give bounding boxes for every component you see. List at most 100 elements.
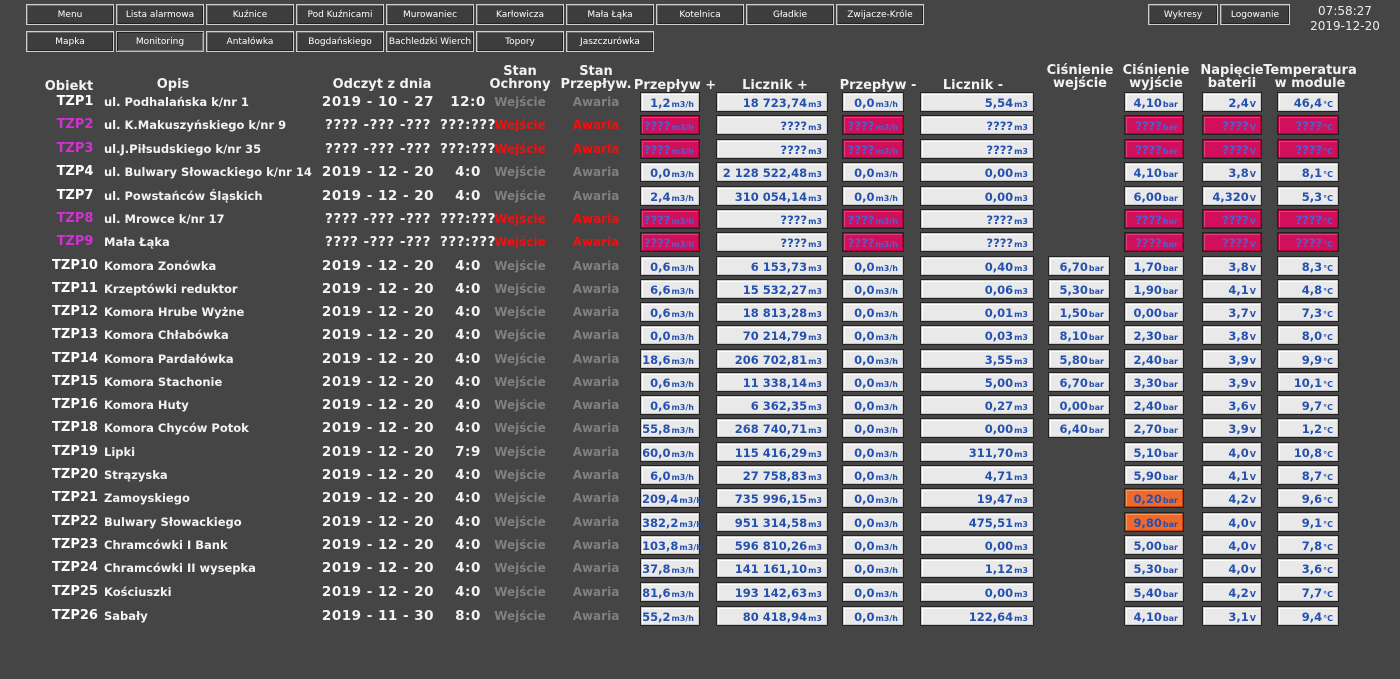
flow-minus: 0,0m3/h bbox=[843, 326, 903, 344]
counter-plus-value: 206 702,81 bbox=[734, 353, 808, 367]
counter-minus-value: 0,01 bbox=[984, 306, 1014, 320]
table-row[interactable]: TZP9 Mała Łąka???? -??? -??????:??? Wejści… bbox=[0, 232, 1400, 255]
nav-button-murowaniec[interactable]: Murowaniec bbox=[386, 4, 474, 25]
table-row[interactable]: TZP15 Komora Stachonie 2019 - 12 - 20 4:0 We… bbox=[0, 372, 1400, 395]
table-row[interactable]: TZP19 Lipki 2019 - 12 - 20 7:9 Wejście Awaria… bbox=[0, 442, 1400, 465]
table-row[interactable]: TZP10 Komora Zonówka 2019 - 12 - 20 4:0 Wejś… bbox=[0, 256, 1400, 279]
nav-button-kotelnica[interactable]: Kotelnica bbox=[656, 4, 744, 25]
flow-minus-unit: m3/h bbox=[875, 123, 898, 132]
flow-plus: ????m3/h bbox=[641, 233, 699, 251]
pressure-out-unit: bar bbox=[1162, 287, 1178, 296]
table-row[interactable]: TZP7 ul. Powstańców Śląskich 2019 - 12 - 2… bbox=[0, 186, 1400, 209]
counter-minus-value: 0,00 bbox=[984, 190, 1014, 204]
flow-plus: 382,2m3/h bbox=[641, 513, 702, 531]
counter-plus-unit: m3 bbox=[808, 496, 822, 505]
counter-minus-unit: m3 bbox=[1014, 264, 1028, 273]
counter-plus: 11 338,14m3 bbox=[717, 373, 827, 391]
status-protection: Wejście bbox=[494, 142, 546, 156]
flow-minus: 0,0m3/h bbox=[843, 350, 903, 368]
battery-voltage: 3,8V bbox=[1203, 257, 1261, 275]
battery-voltage-unit: V bbox=[1249, 194, 1256, 203]
table-row[interactable]: TZP23 Chramcówki I Bank 2019 - 12 - 20 4:0 W… bbox=[0, 535, 1400, 558]
pressure-out-value: 4,10 bbox=[1133, 96, 1162, 110]
module-temperature-value: ???? bbox=[1295, 119, 1323, 133]
module-temperature-unit: °C bbox=[1323, 614, 1333, 623]
nav-button-mapka[interactable]: Mapka bbox=[26, 31, 114, 52]
table-row[interactable]: TZP26 Sabały 2019 - 11 - 30 8:0 Wejście Awari… bbox=[0, 606, 1400, 629]
status-flow: Awaria bbox=[572, 491, 620, 505]
table-row[interactable]: TZP20 Strązyska 2019 - 12 - 20 4:0 Wejście Aw… bbox=[0, 465, 1400, 488]
battery-voltage-value: 3,6 bbox=[1228, 399, 1249, 413]
nav-button-menu[interactable]: Menu bbox=[26, 4, 114, 25]
nav-button-bachledzki-wierch[interactable]: Bachledzki Wierch bbox=[386, 31, 474, 52]
table-row[interactable]: TZP24 Chramcówki II wysepka 2019 - 12 - 20… bbox=[0, 558, 1400, 581]
counter-minus: 0,40m3 bbox=[921, 257, 1033, 275]
table-row[interactable]: TZP18 Komora Chyców Potok 2019 - 12 - 20 4:… bbox=[0, 418, 1400, 441]
table-row[interactable]: TZP14 Komora Pardałówka 2019 - 12 - 20 4:0 W… bbox=[0, 349, 1400, 372]
table-row[interactable]: TZP11 Krzeptówki reduktor 2019 - 12 - 20 4:… bbox=[0, 279, 1400, 302]
counter-plus-value: 70 214,79 bbox=[742, 329, 808, 343]
flow-minus: ????m3/h bbox=[843, 210, 903, 228]
nav-button-jaszczurowka[interactable]: Jaszczurówka bbox=[566, 31, 654, 52]
table-row[interactable]: TZP25 Kościuszki 2019 - 12 - 20 4:0 Wejście A… bbox=[0, 582, 1400, 605]
flow-plus-unit: m3/h bbox=[671, 473, 694, 482]
table-row[interactable]: TZP1 ul. Podhalańska k/nr 1 2019 - 10 - 27… bbox=[0, 92, 1400, 115]
nav-button-bogdanskiego[interactable]: Bogdańskiego bbox=[296, 31, 384, 52]
nav-button-lista-alarmowa[interactable]: Lista alarmowa bbox=[116, 4, 204, 25]
flow-plus: 37,8m3/h bbox=[641, 559, 699, 577]
module-temperature-unit: °C bbox=[1323, 357, 1333, 366]
pressure-out: 2,40bar bbox=[1125, 350, 1183, 368]
module-temperature: 7,7°C bbox=[1278, 583, 1338, 601]
counter-plus: 15 532,27m3 bbox=[717, 280, 827, 298]
pressure-out-value: 0,00 bbox=[1133, 306, 1162, 320]
table-row[interactable]: TZP3 ul.J.Piłsudskiego k/nr 35 ???? -??? -… bbox=[0, 139, 1400, 162]
station-id: TZP21 bbox=[52, 490, 98, 505]
counter-plus-unit: m3 bbox=[808, 170, 822, 179]
counter-plus: 193 142,63m3 bbox=[717, 583, 827, 601]
battery-voltage-value: 3,8 bbox=[1228, 260, 1249, 274]
nav-button-antalowka[interactable]: Antałówka bbox=[206, 31, 294, 52]
counter-plus: 2 128 522,48m3 bbox=[717, 163, 827, 181]
nav-button-kuznice[interactable]: Kuźnice bbox=[206, 4, 294, 25]
battery-voltage-unit: V bbox=[1249, 590, 1256, 599]
nav-button-mala-laka[interactable]: Mała Łąka bbox=[566, 4, 654, 25]
table-row[interactable]: TZP8 ul. Mrowce k/nr 17???? -??? -??????:… bbox=[0, 209, 1400, 232]
module-temperature-unit: °C bbox=[1323, 333, 1333, 342]
station-description: ul. Podhalańska k/nr 1 bbox=[104, 95, 249, 109]
counter-minus-unit: m3 bbox=[1014, 614, 1028, 623]
nav-button-topory[interactable]: Topory bbox=[476, 31, 564, 52]
station-id: TZP2 bbox=[56, 117, 94, 132]
counter-minus-value: 0,06 bbox=[984, 283, 1014, 297]
flow-plus-unit: m3/h bbox=[671, 217, 694, 226]
module-temperature-value: 3,6 bbox=[1301, 562, 1323, 576]
module-temperature-value: 7,7 bbox=[1301, 586, 1323, 600]
station-description: ul.J.Piłsudskiego k/nr 35 bbox=[104, 142, 262, 156]
counter-minus: ????m3 bbox=[921, 116, 1033, 134]
nav-button-wykresy[interactable]: Wykresy bbox=[1148, 4, 1218, 25]
counter-minus: 0,00m3 bbox=[921, 187, 1033, 205]
module-temperature: 8,7°C bbox=[1278, 466, 1338, 484]
table-row[interactable]: TZP13 Komora Chłabówka 2019 - 12 - 20 4:0 We… bbox=[0, 325, 1400, 348]
nav-button-gladkie[interactable]: Gładkie bbox=[746, 4, 834, 25]
table-row[interactable]: TZP2 ul. K.Makuszyńskiego k/nr 9 ???? -???… bbox=[0, 115, 1400, 138]
nav-button-karlowicza[interactable]: Karłowicza bbox=[476, 4, 564, 25]
table-row[interactable]: TZP22 Bulwary Słowackiego 2019 - 12 - 20 4:… bbox=[0, 512, 1400, 535]
nav-button-zwijacze-krole[interactable]: Zwijacze-Króle bbox=[836, 4, 924, 25]
table-row[interactable]: TZP16 Komora Huty 2019 - 12 - 20 4:0 Wejście… bbox=[0, 395, 1400, 418]
flow-plus-unit: m3/h bbox=[671, 147, 694, 156]
pressure-out-value: 5,30 bbox=[1133, 562, 1162, 576]
nav-button-logowanie[interactable]: Logowanie bbox=[1220, 4, 1290, 25]
flow-minus: 0,0m3/h bbox=[843, 419, 903, 437]
counter-minus: 19,47m3 bbox=[921, 489, 1033, 507]
table-row[interactable]: TZP12 Komora Hrube Wyżne 2019 - 12 - 20 4:0… bbox=[0, 302, 1400, 325]
battery-voltage-unit: V bbox=[1249, 496, 1256, 505]
flow-plus: ????m3/h bbox=[641, 140, 699, 158]
battery-voltage: 3,8V bbox=[1203, 163, 1261, 181]
flow-minus-unit: m3/h bbox=[875, 264, 898, 273]
table-row[interactable]: TZP4 ul. Bulwary Słowackiego k/nr 14 2019 … bbox=[0, 162, 1400, 185]
nav-button-monitoring[interactable]: Monitoring bbox=[116, 31, 204, 52]
table-row[interactable]: TZP21 Zamoyskiego 2019 - 12 - 20 4:0 Wejście… bbox=[0, 488, 1400, 511]
pressure-out-unit: bar bbox=[1162, 496, 1178, 505]
nav-button-pod-kuznicami[interactable]: Pod Kuźnicami bbox=[296, 4, 384, 25]
flow-minus: 0,0m3/h bbox=[843, 280, 903, 298]
